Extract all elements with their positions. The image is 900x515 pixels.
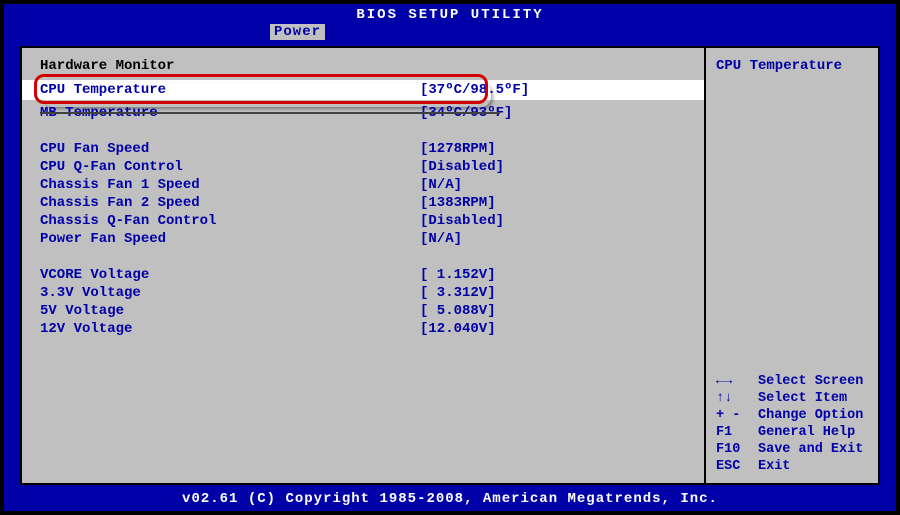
mb-temperature-value: [34ºC/93ºF] xyxy=(420,104,512,122)
row-chassis-qfan-control[interactable]: Chassis Q-Fan Control [Disabled] xyxy=(40,212,686,230)
row-3v3-voltage[interactable]: 3.3V Voltage [ 3.312V] xyxy=(40,284,686,302)
side-panel-title: CPU Temperature xyxy=(716,58,868,74)
key-label: ←→ xyxy=(716,373,758,390)
utility-title: BIOS SETUP UTILITY xyxy=(4,4,896,26)
cpu-temperature-value: [37ºC/98.5ºF] xyxy=(420,82,529,98)
row-value: [N/A] xyxy=(420,230,462,248)
row-value: [ 3.312V] xyxy=(420,284,496,302)
spacer xyxy=(40,248,686,266)
row-cpu-temperature[interactable]: CPU Temperature [37ºC/98.5ºF] xyxy=(22,80,704,100)
row-label: VCORE Voltage xyxy=(40,266,420,284)
help-legend: ←→Select Screen ↑↓Select Item + -Change … xyxy=(716,373,872,475)
key-label: ESC xyxy=(716,458,758,475)
row-mb-temperature[interactable]: MB Temperature [34ºC/93ºF] xyxy=(40,104,686,122)
row-label: Power Fan Speed xyxy=(40,230,420,248)
key-label: F1 xyxy=(716,424,758,441)
row-value: [ 1.152V] xyxy=(420,266,496,284)
section-title: Hardware Monitor xyxy=(40,58,686,74)
row-cpu-fan-speed[interactable]: CPU Fan Speed [1278RPM] xyxy=(40,140,686,158)
help-save-exit: F10Save and Exit xyxy=(716,441,872,458)
row-vcore-voltage[interactable]: VCORE Voltage [ 1.152V] xyxy=(40,266,686,284)
row-value: [Disabled] xyxy=(420,212,504,230)
help-text: Save and Exit xyxy=(758,441,863,458)
row-chassis-fan2-speed[interactable]: Chassis Fan 2 Speed [1383RPM] xyxy=(40,194,686,212)
row-chassis-fan1-speed[interactable]: Chassis Fan 1 Speed [N/A] xyxy=(40,176,686,194)
help-exit: ESCExit xyxy=(716,458,872,475)
tab-bar: Power xyxy=(4,26,896,46)
highlighted-row-wrap: CPU Temperature [37ºC/98.5ºF] xyxy=(22,80,704,102)
row-value: [1383RPM] xyxy=(420,194,496,212)
side-panel: CPU Temperature ←→Select Screen ↑↓Select… xyxy=(706,48,878,483)
row-label: Chassis Fan 1 Speed xyxy=(40,176,420,194)
key-label: F10 xyxy=(716,441,758,458)
key-label: + - xyxy=(716,407,758,424)
help-text: Select Item xyxy=(758,390,847,407)
row-5v-voltage[interactable]: 5V Voltage [ 5.088V] xyxy=(40,302,686,320)
row-value: [ 5.088V] xyxy=(420,302,496,320)
help-text: Change Option xyxy=(758,407,863,424)
bios-screen: BIOS SETUP UTILITY Power Hardware Monito… xyxy=(4,4,896,511)
row-value: [1278RPM] xyxy=(420,140,496,158)
mb-temperature-label: MB Temperature xyxy=(40,104,420,122)
row-label: 3.3V Voltage xyxy=(40,284,420,302)
cpu-temperature-label: CPU Temperature xyxy=(40,82,420,98)
row-value: [12.040V] xyxy=(420,320,496,338)
tab-power[interactable]: Power xyxy=(270,24,325,40)
row-12v-voltage[interactable]: 12V Voltage [12.040V] xyxy=(40,320,686,338)
row-cpu-qfan-control[interactable]: CPU Q-Fan Control [Disabled] xyxy=(40,158,686,176)
row-label: 12V Voltage xyxy=(40,320,420,338)
help-select-item: ↑↓Select Item xyxy=(716,390,872,407)
row-label: Chassis Fan 2 Speed xyxy=(40,194,420,212)
help-text: General Help xyxy=(758,424,855,441)
copyright-footer: v02.61 (C) Copyright 1985-2008, American… xyxy=(4,489,896,511)
help-text: Select Screen xyxy=(758,373,863,390)
row-value: [Disabled] xyxy=(420,158,504,176)
row-label: CPU Fan Speed xyxy=(40,140,420,158)
main-panel: Hardware Monitor CPU Temperature [37ºC/9… xyxy=(22,48,706,483)
row-power-fan-speed[interactable]: Power Fan Speed [N/A] xyxy=(40,230,686,248)
help-text: Exit xyxy=(758,458,790,475)
help-change-option: + -Change Option xyxy=(716,407,872,424)
row-label: Chassis Q-Fan Control xyxy=(40,212,420,230)
content-frame: Hardware Monitor CPU Temperature [37ºC/9… xyxy=(20,46,880,485)
key-label: ↑↓ xyxy=(716,390,758,407)
spacer xyxy=(40,122,686,140)
row-label: 5V Voltage xyxy=(40,302,420,320)
row-value: [N/A] xyxy=(420,176,462,194)
help-general-help: F1General Help xyxy=(716,424,872,441)
row-label: CPU Q-Fan Control xyxy=(40,158,420,176)
help-select-screen: ←→Select Screen xyxy=(716,373,872,390)
